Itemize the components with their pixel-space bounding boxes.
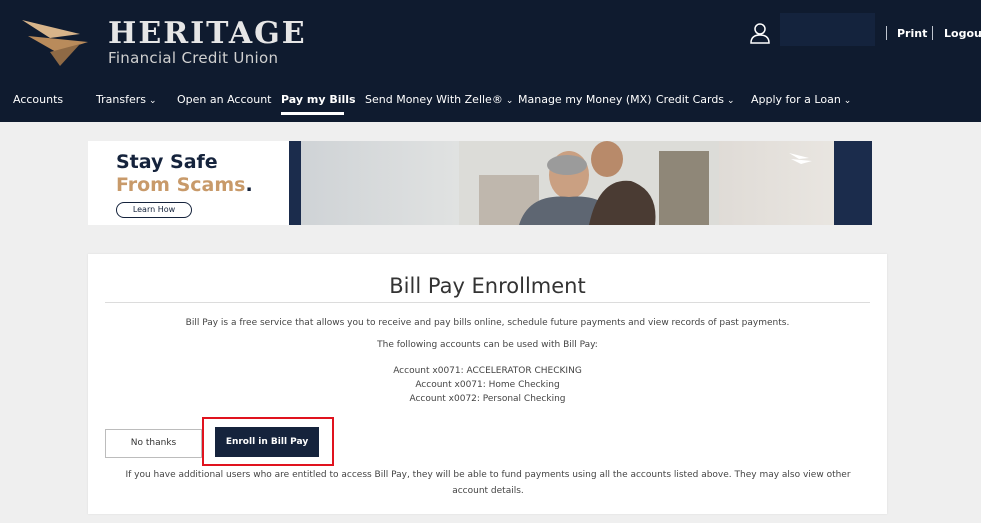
chevron-down-icon: ⌄ xyxy=(505,96,514,106)
nav-transfers[interactable]: Transfers ⌄ xyxy=(96,93,157,106)
banner-headline-accent: From Scams. xyxy=(116,174,253,196)
site-header: HERITAGE Financial Credit Union Print Lo… xyxy=(0,0,981,122)
banner-logo-icon xyxy=(789,153,812,164)
nav-apply-loan-label: Apply for a Loan xyxy=(751,93,841,106)
banner-photo xyxy=(289,141,872,225)
banner-accent-dot: . xyxy=(245,174,253,196)
chevron-down-icon: ⌄ xyxy=(148,96,157,106)
logout-link[interactable]: Logout xyxy=(944,27,981,40)
nav-send-money[interactable]: Send Money With Zelle® ⌄ xyxy=(365,93,513,106)
utility-divider xyxy=(932,26,933,40)
banner-accent-text: From Scams xyxy=(116,174,246,196)
account-list-item: Account x0071: Home Checking xyxy=(415,380,560,390)
nav-manage-money[interactable]: Manage my Money (MX) xyxy=(518,93,652,106)
nav-open-account-label: Open an Account xyxy=(177,93,272,106)
promo-banner[interactable]: Stay Safe From Scams. Learn How xyxy=(88,141,872,225)
title-divider xyxy=(105,302,870,303)
learn-how-button[interactable]: Learn How xyxy=(116,202,192,218)
utility-divider xyxy=(886,26,887,40)
heritage-logo-icon[interactable] xyxy=(20,12,92,68)
no-thanks-button[interactable]: No thanks xyxy=(105,429,202,458)
description-text: Bill Pay is a free service that allows y… xyxy=(185,318,790,328)
banner-accent-bar xyxy=(834,141,872,225)
brand-subtitle: Financial Credit Union xyxy=(108,49,279,67)
user-icon[interactable] xyxy=(749,22,771,44)
nav-accounts[interactable]: Accounts xyxy=(13,93,63,106)
print-link[interactable]: Print xyxy=(897,27,927,40)
nav-manage-money-label: Manage my Money (MX) xyxy=(518,93,652,106)
active-tab-indicator xyxy=(281,112,344,115)
nav-credit-cards-label: Credit Cards xyxy=(656,93,725,106)
bill-pay-enrollment-card: Bill Pay Enrollment Bill Pay is a free s… xyxy=(88,254,887,514)
additional-users-note: If you have additional users who are ent… xyxy=(125,470,851,496)
account-list-item: Account x0071: ACCELERATOR CHECKING xyxy=(393,366,582,376)
nav-send-money-label: Send Money With Zelle® xyxy=(365,93,503,106)
nav-pay-bills[interactable]: Pay my Bills xyxy=(281,93,356,106)
chevron-down-icon: ⌄ xyxy=(843,96,852,106)
brand-name[interactable]: HERITAGE xyxy=(108,16,307,51)
enroll-bill-pay-button[interactable]: Enroll in Bill Pay xyxy=(215,427,319,457)
chevron-down-icon: ⌄ xyxy=(727,96,735,106)
nav-transfers-label: Transfers xyxy=(96,93,146,106)
username-field[interactable] xyxy=(780,13,875,46)
nav-apply-loan[interactable]: Apply for a Loan ⌄ xyxy=(751,93,851,106)
couple-photo-image xyxy=(459,141,719,225)
nav-accounts-label: Accounts xyxy=(13,93,64,106)
nav-pay-bills-label: Pay my Bills xyxy=(281,93,356,106)
card-title: Bill Pay Enrollment xyxy=(389,274,586,298)
nav-open-account[interactable]: Open an Account xyxy=(177,93,272,106)
nav-credit-cards[interactable]: Credit Cards ⌄ xyxy=(656,93,735,106)
accounts-intro-text: The following accounts can be used with … xyxy=(377,340,598,350)
banner-headline: Stay Safe xyxy=(116,151,218,173)
account-list-item: Account x0072: Personal Checking xyxy=(409,394,566,404)
